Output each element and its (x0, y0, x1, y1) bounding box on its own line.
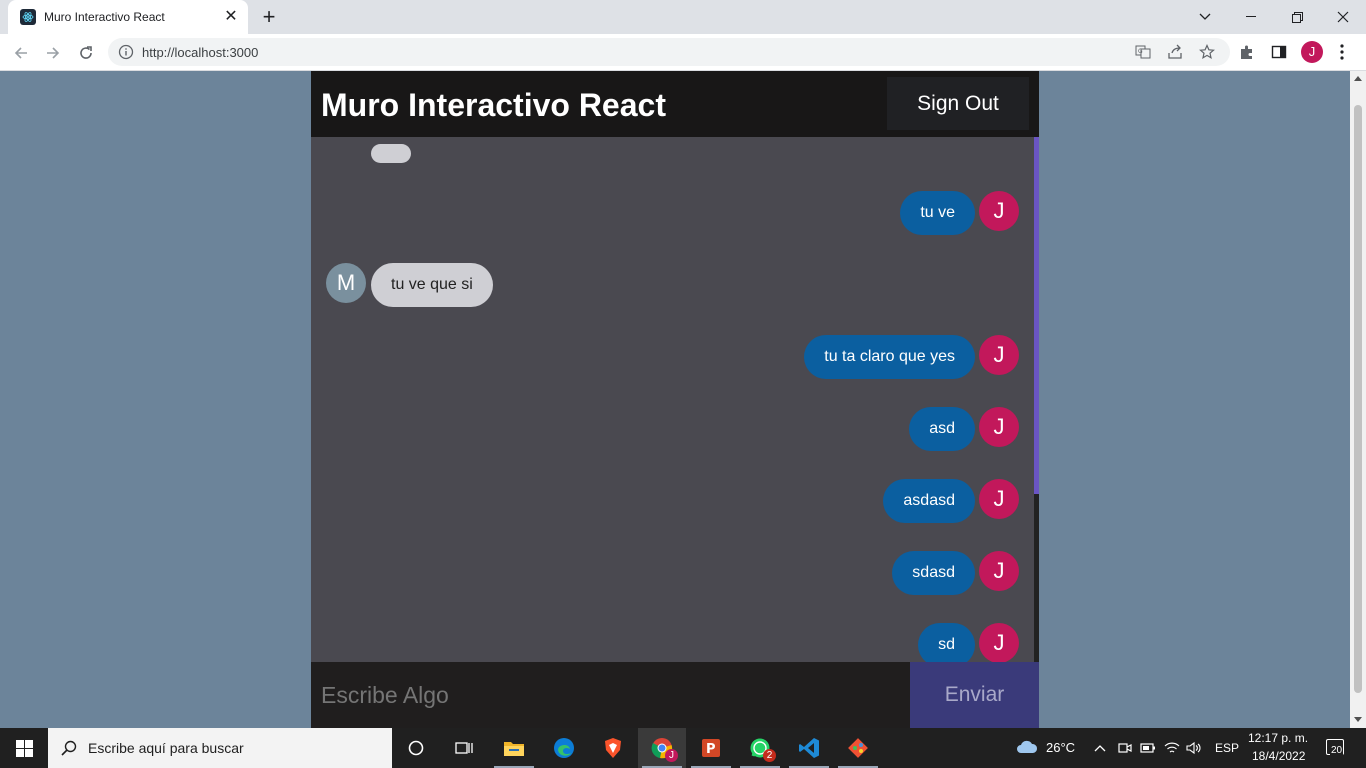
site-info-icon[interactable] (118, 44, 134, 65)
message-row: M tu ve que si (311, 263, 1034, 313)
file-explorer-icon[interactable] (490, 728, 538, 768)
page-viewport: Muro Interactivo React Sign Out tu ve J … (0, 71, 1350, 728)
chat-scrollbar-thumb[interactable] (1034, 137, 1039, 494)
page-scrollbar[interactable] (1350, 71, 1366, 728)
chat-messages[interactable]: tu ve J M tu ve que si tu ta claro que y… (311, 137, 1039, 662)
new-tab-button[interactable]: + (258, 6, 280, 28)
forward-arrow-icon[interactable] (41, 41, 65, 65)
app-header: Muro Interactivo React Sign Out (311, 71, 1039, 137)
browser-tab-bar: Muro Interactivo React ✕ + (0, 0, 1366, 34)
clock-date[interactable]: 18/4/2022 (1252, 749, 1305, 763)
avatar: M (326, 263, 366, 303)
chrome-profile-badge: J (665, 749, 678, 762)
message-bubble: tu ve (900, 191, 975, 235)
message-row: tu ve J (311, 191, 1034, 241)
vscode-icon[interactable] (785, 728, 833, 768)
message-composer: Enviar (311, 662, 1039, 728)
send-button[interactable]: Enviar (910, 662, 1039, 728)
scroll-down-arrow-icon[interactable] (1354, 717, 1362, 722)
search-placeholder: Escribe aquí para buscar (88, 740, 244, 756)
sign-out-button[interactable]: Sign Out (887, 77, 1029, 130)
translate-icon[interactable]: G (1135, 44, 1151, 60)
avatar: J (979, 623, 1019, 662)
svg-text:P: P (706, 742, 716, 757)
page-scrollbar-thumb[interactable] (1354, 105, 1362, 693)
message-bubble: tu ve que si (371, 263, 493, 307)
message-row: sdasd J (311, 551, 1034, 601)
cortana-icon[interactable] (392, 728, 440, 768)
whatsapp-badge: 2 (763, 749, 776, 762)
chrome-menu-icon[interactable] (1333, 43, 1351, 61)
message-row: tu ta claro que yes J (311, 335, 1034, 385)
brave-icon[interactable] (589, 728, 637, 768)
message-bubble: asdasd (883, 479, 975, 523)
chat-scrollbar[interactable] (1034, 137, 1039, 662)
message-row: asdasd J (311, 479, 1034, 529)
svg-text:G: G (1138, 48, 1143, 55)
share-icon[interactable] (1167, 44, 1183, 60)
chat-app: Muro Interactivo React Sign Out tu ve J … (311, 71, 1039, 728)
windows-taskbar: Escribe aquí para buscar J P 2 26°C ESP … (0, 728, 1366, 768)
message-input[interactable] (311, 662, 910, 728)
search-icon (60, 739, 78, 762)
message-row: asd J (311, 407, 1034, 457)
message-bubble: asd (909, 407, 975, 451)
edge-icon[interactable] (540, 728, 588, 768)
profile-avatar[interactable]: J (1301, 41, 1323, 63)
weather-cloud-icon[interactable] (1016, 738, 1038, 756)
battery-icon[interactable] (1139, 739, 1157, 757)
avatar: J (979, 335, 1019, 375)
side-panel-icon[interactable] (1270, 43, 1288, 61)
weather-temperature[interactable]: 26°C (1046, 740, 1075, 755)
message-bubble: sdasd (892, 551, 975, 595)
meet-now-icon[interactable] (1116, 739, 1134, 757)
address-bar[interactable]: http://localhost:3000 G (108, 38, 1230, 66)
bookmark-star-icon[interactable] (1199, 44, 1215, 60)
input-language[interactable]: ESP (1215, 741, 1239, 755)
close-window-button[interactable] (1320, 0, 1366, 34)
url-text: http://localhost:3000 (142, 45, 259, 60)
react-favicon-icon (20, 9, 36, 25)
extensions-puzzle-icon[interactable] (1238, 43, 1256, 61)
taskbar-search-box[interactable]: Escribe aquí para buscar (48, 728, 392, 768)
notification-count: 20 (1330, 745, 1344, 756)
task-view-icon[interactable] (440, 728, 488, 768)
tab-title: Muro Interactivo React (44, 10, 165, 24)
scroll-up-arrow-icon[interactable] (1354, 76, 1362, 81)
tab-search-chevron-icon[interactable] (1182, 0, 1228, 34)
whatsapp-icon[interactable]: 2 (736, 728, 784, 768)
browser-tab[interactable]: Muro Interactivo React ✕ (8, 0, 248, 34)
avatar: J (979, 479, 1019, 519)
restore-button[interactable] (1274, 0, 1320, 34)
message-bubble: sd (918, 623, 975, 662)
tray-chevron-up-icon[interactable] (1091, 739, 1109, 757)
minimize-button[interactable] (1228, 0, 1274, 34)
avatar: J (979, 407, 1019, 447)
windows-start-icon[interactable] (0, 728, 48, 768)
git-gui-icon[interactable] (834, 728, 882, 768)
message-row: sd J (311, 623, 1034, 662)
chrome-icon[interactable]: J (638, 728, 686, 768)
avatar: J (979, 551, 1019, 591)
close-tab-icon[interactable]: ✕ (222, 8, 240, 26)
avatar: J (979, 191, 1019, 231)
clock-time[interactable]: 12:17 p. m. (1248, 731, 1308, 745)
back-arrow-icon[interactable] (9, 41, 33, 65)
volume-icon[interactable] (1185, 739, 1203, 757)
empty-message-bubble (371, 144, 411, 163)
powerpoint-icon[interactable]: P (687, 728, 735, 768)
message-bubble: tu ta claro que yes (804, 335, 975, 379)
browser-toolbar: http://localhost:3000 G J (0, 34, 1366, 71)
wifi-icon[interactable] (1163, 739, 1181, 757)
app-title: Muro Interactivo React (321, 87, 666, 123)
reload-icon[interactable] (74, 41, 98, 65)
